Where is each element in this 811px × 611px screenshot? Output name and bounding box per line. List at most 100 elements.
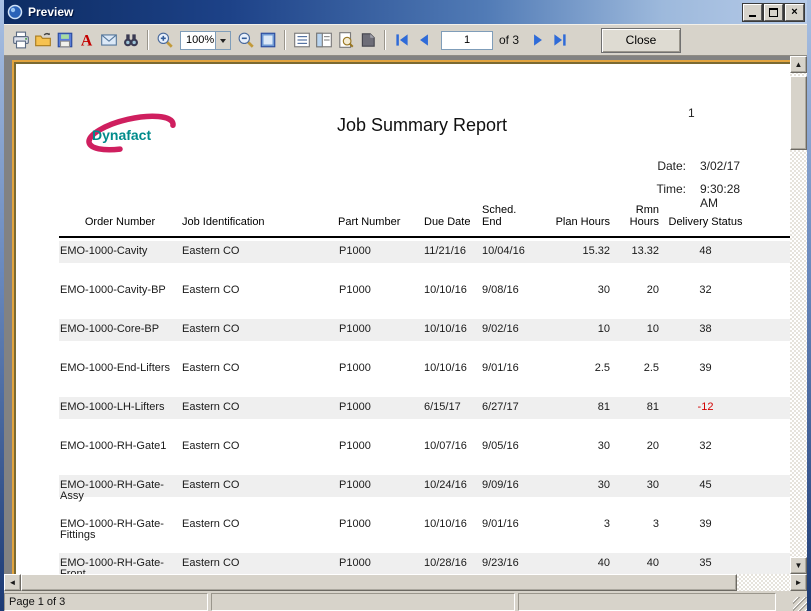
cell-filler [748,316,790,355]
print-setup-button[interactable] [357,29,379,51]
cell-job-identification: Eastern CO [181,472,338,511]
app-icon [7,4,23,20]
toolbar: A 100% [4,24,807,56]
next-page-button[interactable] [527,29,549,51]
close-window-button[interactable]: × [785,4,804,21]
print-icon [12,31,30,49]
cell-due-date: 10/24/16 [416,472,473,511]
minimize-button[interactable] [743,4,762,21]
cell-job-identification: Eastern CO [181,355,338,394]
export-pdf-button[interactable]: A [76,29,98,51]
logo-text: Dynafact [92,127,151,143]
cell-filler [748,394,790,433]
cell-filler [748,511,790,550]
page-count-label: of 3 [499,33,519,47]
cell-delivery-status: 35 [663,550,748,574]
zoom-in-button[interactable] [154,29,176,51]
full-page-view-button[interactable] [257,29,279,51]
open-button[interactable] [32,29,54,51]
cell-job-identification: Eastern CO [181,511,338,550]
scroll-left-button[interactable]: ◄ [4,574,21,591]
next-page-icon [529,31,547,49]
combo-dropdown-icon[interactable] [215,32,230,49]
email-icon [100,31,118,49]
save-button[interactable] [54,29,76,51]
scroll-down-button[interactable]: ▼ [790,557,807,574]
find-button[interactable] [120,29,142,51]
vertical-scrollbar[interactable]: ▲ ▼ [790,56,807,574]
export-pdf-icon: A [78,31,96,49]
email-button[interactable] [98,29,120,51]
print-setup-icon [359,31,377,49]
arrow-left-icon: ◄ [9,578,17,587]
cell-order-number: EMO-1000-Core-BP [59,316,181,355]
cell-due-date: 10/28/16 [416,550,473,574]
page-number-input[interactable] [441,31,493,50]
outline-button[interactable] [291,29,313,51]
cell-sched-end: 9/01/16 [473,355,538,394]
cell-delivery-status: -12 [663,394,748,433]
scroll-up-button[interactable]: ▲ [790,56,807,73]
report-page: 1 Dynafact Job Summary Report Date: 3/02… [14,62,790,574]
print-button[interactable] [10,29,32,51]
cell-sched-end: 9/09/16 [473,472,538,511]
cell-delivery-status: 32 [663,277,748,316]
cell-part-number: P1000 [338,277,416,316]
col-header-plan: Plan Hours [538,204,611,237]
close-preview-button[interactable]: Close [601,28,681,53]
first-page-button[interactable] [391,29,413,51]
find-icon [122,31,140,49]
maximize-icon [769,8,778,17]
date-value: 3/02/17 [700,159,740,173]
scroll-right-button[interactable]: ► [790,574,807,591]
toolbar-separator [284,30,286,50]
report-viewport: 1 Dynafact Job Summary Report Date: 3/02… [4,56,790,574]
prev-page-icon [415,31,433,49]
prev-page-button[interactable] [413,29,435,51]
resize-grip[interactable] [793,597,807,611]
zoom-out-button[interactable] [235,29,257,51]
col-header-order: Order Number [59,204,181,237]
cell-filler [748,550,790,574]
cell-rmn-hours: 3 [611,511,663,550]
svg-text:A: A [81,33,93,49]
preview-area: 1 Dynafact Job Summary Report Date: 3/02… [4,56,807,574]
statusbar: Page 1 of 3 [4,591,807,611]
last-page-button[interactable] [549,29,571,51]
cell-delivery-status: 45 [663,472,748,511]
status-page-panel: Page 1 of 3 [4,593,208,611]
maximize-button[interactable] [764,4,783,21]
col-header-filler [748,204,790,237]
zoom-level-combobox[interactable]: 100% [180,31,231,50]
cell-part-number: P1000 [338,316,416,355]
company-logo: Dynafact [82,108,180,165]
cell-order-number: EMO-1000-LH-Lifters [59,394,181,433]
table-row: EMO-1000-RH-Gate-Fittings Eastern CO P10… [59,511,790,550]
horizontal-scroll-thumb[interactable] [21,574,737,591]
titlebar: Preview × [4,0,807,24]
table-row: EMO-1000-Core-BP Eastern CO P1000 10/10/… [59,316,790,355]
report-page-number: 1 [688,106,695,120]
cell-order-number: EMO-1000-RH-Gate-Front [59,550,181,574]
cell-filler [748,433,790,472]
group-tree-button[interactable] [313,29,335,51]
cell-plan-hours: 3 [538,511,611,550]
col-header-job: Job Identification [181,204,338,237]
cell-plan-hours: 81 [538,394,611,433]
cell-filler [748,355,790,394]
horizontal-scrollbar[interactable]: ◄ ► [4,574,807,591]
cell-plan-hours: 30 [538,472,611,511]
report-table: Order Number Job Identification Part Num… [59,204,790,574]
zoom-in-icon [156,31,174,49]
cell-rmn-hours: 40 [611,550,663,574]
last-page-icon [551,31,569,49]
first-page-icon [393,31,411,49]
window-title: Preview [28,5,741,19]
cell-delivery-status: 48 [663,237,748,277]
horizontal-scroll-track[interactable] [737,574,790,591]
magnify-page-button[interactable] [335,29,357,51]
vertical-scroll-thumb[interactable] [790,76,807,150]
cell-delivery-status: 39 [663,511,748,550]
open-folder-icon [34,31,52,49]
cell-due-date: 10/10/16 [416,511,473,550]
